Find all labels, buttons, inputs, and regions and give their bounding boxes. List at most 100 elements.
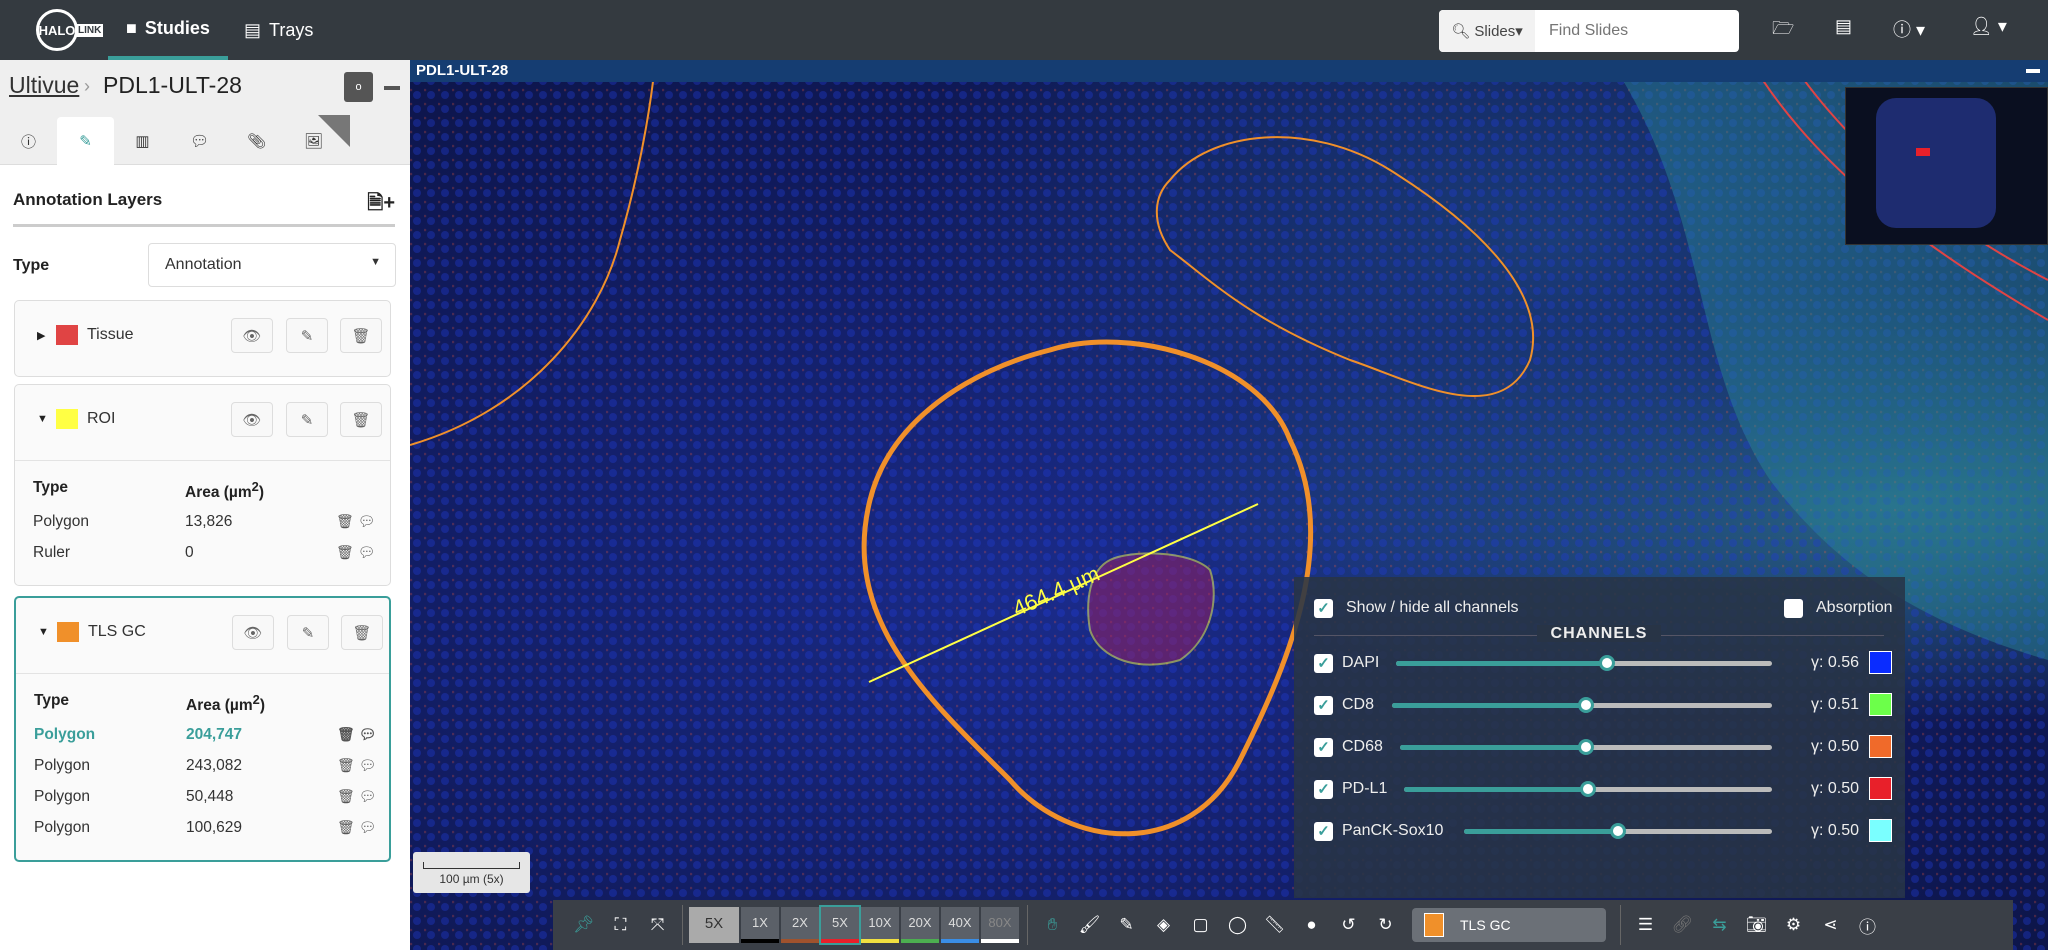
tab-annotations[interactable]: ✎ <box>57 117 114 165</box>
tab-attachments[interactable]: 📎︎ <box>228 117 285 165</box>
trash-icon[interactable]: 🗑︎ <box>336 513 354 529</box>
zoom-20x-button[interactable]: 20X <box>901 907 939 943</box>
visibility-button[interactable]: 👁︎ <box>231 318 273 353</box>
nav-studies[interactable]: ■ Studies <box>108 0 228 60</box>
delete-button[interactable]: 🗑︎ <box>340 402 382 437</box>
brush-icon[interactable]: 🖌︎ <box>1071 915 1108 935</box>
gamma-slider[interactable] <box>1392 697 1772 713</box>
layer-card[interactable]: ▼ TLS GC 👁︎ ✎ 🗑︎ Type Area (µm2) Polygon 204… <box>14 596 391 862</box>
trash-icon[interactable]: 🗑︎ <box>337 757 355 773</box>
help-icon[interactable]: ⓘ <box>1849 913 1886 938</box>
slide-viewer[interactable]: 464.4 µm PDL1-ULT-28 100 µm (5x) ✓ Show … <box>410 60 2048 950</box>
row-actions[interactable]: 🗑︎ 💬︎ <box>337 726 376 743</box>
gamma-slider[interactable] <box>1396 655 1772 671</box>
slider-thumb[interactable] <box>1580 781 1596 797</box>
trash-icon[interactable]: 🗑︎ <box>337 819 355 835</box>
halo-link-logo[interactable]: HALO LINK <box>36 9 104 51</box>
annotation-row[interactable]: Polygon 50,448 🗑︎ 💬︎ <box>16 788 389 819</box>
edit-button[interactable]: ✎ <box>286 402 328 437</box>
tab-comments[interactable]: 💬︎ <box>171 117 228 165</box>
absorption-checkbox[interactable] <box>1784 599 1803 618</box>
camera-icon[interactable]: 📷︎ <box>1738 915 1775 935</box>
tab-info[interactable]: ⓘ <box>0 117 57 165</box>
slider-thumb[interactable] <box>1578 739 1594 755</box>
annotation-row[interactable]: Polygon 13,826 🗑︎ 💬︎ <box>15 513 390 544</box>
rectangle-icon[interactable]: ▢ <box>1182 915 1219 935</box>
channel-color-swatch[interactable] <box>1869 735 1892 758</box>
visibility-button[interactable]: 👁︎ <box>231 402 273 437</box>
show-all-checkbox[interactable]: ✓ <box>1314 599 1333 618</box>
comment-icon[interactable]: 💬︎ <box>359 788 377 804</box>
comment-icon[interactable]: 💬︎ <box>359 757 377 773</box>
channel-color-swatch[interactable] <box>1869 777 1892 800</box>
row-actions[interactable]: 🗑︎ 💬︎ <box>337 819 376 836</box>
zoom-5x-button[interactable]: 5X <box>821 907 859 943</box>
fullscreen-icon[interactable]: ⛶ <box>602 915 639 935</box>
redo-icon[interactable]: ↻ <box>1367 915 1404 935</box>
share-icon[interactable]: ⋖ <box>1812 915 1849 935</box>
pencil-icon[interactable]: ✎ <box>1108 915 1145 935</box>
annotation-row[interactable]: Ruler 0 🗑︎ 💬︎ <box>15 544 390 575</box>
roi-outline[interactable] <box>1087 552 1215 666</box>
channel-checkbox[interactable]: ✓ <box>1314 738 1333 757</box>
nav-trays[interactable]: ▤ Trays <box>244 0 313 60</box>
layer-card[interactable]: ▼ ROI 👁︎ ✎ 🗑︎ Type Area (µm2) Polygon 13,826… <box>14 384 391 586</box>
caret-down-icon[interactable]: ▼ <box>37 413 48 425</box>
trash-icon[interactable]: 🗑︎ <box>337 726 355 742</box>
fill-icon[interactable]: ◈ <box>1145 915 1182 935</box>
type-select[interactable]: Annotation ▼ <box>148 243 396 287</box>
minimap[interactable] <box>1845 87 2048 245</box>
edit-button[interactable]: ✎ <box>287 615 329 650</box>
comment-icon[interactable]: 💬︎ <box>358 544 376 560</box>
delete-button[interactable]: 🗑︎ <box>340 318 382 353</box>
slider-thumb[interactable] <box>1610 823 1626 839</box>
slider-thumb[interactable] <box>1577 697 1594 713</box>
help-icon[interactable]: ⓘ ▾ <box>1893 16 1925 42</box>
slider-thumb[interactable] <box>1598 655 1615 671</box>
collapse-panel-button[interactable] <box>384 86 400 90</box>
zoom-1x-button[interactable]: 1X <box>741 907 779 943</box>
annotation-row[interactable]: Polygon 243,082 🗑︎ 💬︎ <box>16 757 389 788</box>
search-input[interactable] <box>1535 10 1735 52</box>
comment-icon[interactable]: 💬︎ <box>359 819 377 835</box>
channel-color-swatch[interactable] <box>1869 651 1892 674</box>
channel-color-swatch[interactable] <box>1869 693 1892 716</box>
ruler-icon[interactable]: 📏︎ <box>1256 915 1293 935</box>
channel-checkbox[interactable]: ✓ <box>1314 654 1333 673</box>
viewer-minimize-button[interactable] <box>2026 69 2040 73</box>
gear-icon[interactable]: ⚙ <box>1775 915 1812 935</box>
channel-checkbox[interactable]: ✓ <box>1314 822 1333 841</box>
zoom-80x-button[interactable]: 80X <box>981 907 1019 943</box>
channel-checkbox[interactable]: ✓ <box>1314 780 1333 799</box>
link-icon[interactable]: 🔗︎ <box>1664 915 1701 935</box>
gamma-slider[interactable] <box>1404 781 1772 797</box>
annotation-row[interactable]: Polygon 100,629 🗑︎ 💬︎ <box>16 819 389 850</box>
gamma-slider[interactable] <box>1400 739 1772 755</box>
channel-color-swatch[interactable] <box>1869 819 1892 842</box>
row-actions[interactable]: 🗑︎ 💬︎ <box>337 757 376 774</box>
row-actions[interactable]: 🗑︎ 💬︎ <box>337 788 376 805</box>
breadcrumb-parent-link[interactable]: Ultivue <box>9 72 79 99</box>
tab-analysis[interactable]: ▥ <box>114 117 171 165</box>
pin-icon[interactable]: 📌︎ <box>565 915 602 935</box>
edit-button[interactable]: ✎ <box>286 318 328 353</box>
layer-card[interactable]: ▶ Tissue 👁︎ ✎ 🗑︎ <box>14 300 391 377</box>
list-icon[interactable]: ▤ <box>1835 16 1852 37</box>
folder-open-icon[interactable]: 🗁 <box>1772 16 1794 46</box>
layers-icon[interactable]: ☰ <box>1627 915 1664 935</box>
user-icon[interactable]: 👤︎ ▾ <box>1970 16 2007 37</box>
zoom-10x-button[interactable]: 10X <box>861 907 899 943</box>
row-actions[interactable]: 🗑︎ 💬︎ <box>336 513 375 530</box>
sliders-icon[interactable]: ⇆ <box>1701 915 1738 935</box>
add-layer-icon[interactable]: 🗎+ <box>367 188 395 222</box>
filter-icon[interactable] <box>318 115 350 147</box>
ellipse-icon[interactable]: ◯ <box>1219 915 1256 935</box>
comment-icon[interactable]: 💬︎ <box>358 513 376 529</box>
caret-right-icon[interactable]: ▶ <box>37 329 45 342</box>
comment-icon[interactable]: 💬︎ <box>359 726 377 742</box>
delete-button[interactable]: 🗑︎ <box>341 615 383 650</box>
trash-icon[interactable]: 🗑︎ <box>336 544 354 560</box>
undo-icon[interactable]: ↺ <box>1330 915 1367 935</box>
o-button[interactable]: o <box>344 72 373 102</box>
annotation-row[interactable]: Polygon 204,747 🗑︎ 💬︎ <box>16 726 389 757</box>
